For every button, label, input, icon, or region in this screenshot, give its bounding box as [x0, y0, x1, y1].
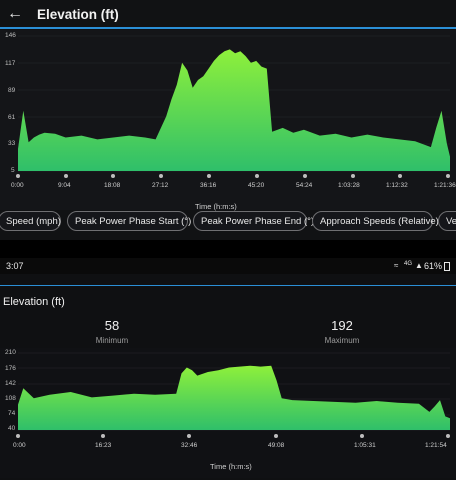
y-tick-label: 142	[5, 380, 16, 387]
x-tick-label: 49:08	[268, 442, 285, 449]
y-tick-label: 146	[5, 32, 16, 39]
x-tick-label: 27:12	[152, 182, 169, 189]
arrow-left-icon[interactable]: ←	[6, 5, 24, 23]
x-tick-label: 0:00	[13, 442, 26, 449]
chip-more[interactable]: Ve	[438, 211, 456, 231]
y-tick-label: 108	[5, 395, 16, 402]
x-tick-dot	[64, 174, 68, 178]
signal-icon: ▲	[415, 261, 423, 270]
elevation-chart-bottom-svg	[16, 352, 450, 438]
y-tick-label: 89	[8, 87, 16, 94]
y-tick-label: 5	[11, 167, 15, 174]
chip-peak-power-phase-start[interactable]: Peak Power Phase Start (°)	[67, 211, 191, 231]
elevation-area-bottom	[18, 365, 450, 430]
status-time: 3:07	[6, 261, 24, 271]
panel-accent-line	[0, 285, 456, 286]
x-tick-label: 1:21:36	[434, 182, 456, 189]
y-tick-label: 210	[5, 349, 16, 356]
x-tick-dot	[446, 174, 450, 178]
x-tick-dot	[207, 174, 211, 178]
x-tick-dot	[398, 174, 402, 178]
elevation-area-top	[18, 49, 450, 171]
x-tick-label: 1:12:32	[386, 182, 408, 189]
y-tick-label: 40	[8, 425, 16, 432]
x-tick-dot	[101, 434, 105, 438]
minimum-label: Minimum	[95, 336, 129, 345]
panel-title: Elevation (ft)	[3, 296, 65, 308]
x-tick-dot	[159, 174, 163, 178]
x-axis-title: Time (h:m:s)	[195, 202, 237, 211]
x-tick-label: 16:23	[95, 442, 112, 449]
x-tick-dot	[360, 434, 364, 438]
elevation-chart-bottom[interactable]: 210 176 142 108 74 40 0:00 16:23 32:46 4…	[0, 348, 456, 478]
y-tick-label: 61	[8, 114, 16, 121]
battery-percent: 61%	[424, 261, 443, 271]
x-tick-dot	[303, 174, 307, 178]
metric-chip-bar[interactable]: Speed (mph) Peak Power Phase Start (°) P…	[0, 211, 456, 233]
x-tick-label: 1:03:28	[338, 182, 360, 189]
elevation-chart-top[interactable]: 146 117 89 61 33 5 0:00 9:04 18:08 27:12…	[0, 30, 456, 211]
y-tick-label: 74	[8, 410, 16, 417]
x-tick-label: 18:08	[104, 182, 121, 189]
y-tick-label: 33	[8, 140, 16, 147]
x-tick-dot	[16, 174, 20, 178]
x-tick-label: 36:16	[200, 182, 217, 189]
network-type: 4G	[404, 261, 413, 267]
x-tick-dot	[111, 174, 115, 178]
chip-peak-power-phase-end[interactable]: Peak Power Phase End (°)	[193, 211, 314, 231]
chip-approach-speeds[interactable]: Approach Speeds (Relative)	[312, 211, 439, 231]
x-tick-label: 45:20	[248, 182, 265, 189]
x-tick-label: 1:21:54	[425, 442, 447, 449]
x-tick-dot	[187, 434, 191, 438]
y-tick-label: 176	[5, 365, 16, 372]
y-tick-label: 117	[5, 60, 16, 67]
x-tick-label: 32:46	[181, 442, 198, 449]
maximum-value: 192	[331, 318, 353, 333]
battery-icon	[444, 262, 450, 271]
status-bar: 3:07 ≈ 4G ▲ 61%	[0, 258, 456, 274]
x-tick-label: 9:04	[58, 182, 71, 189]
x-axis-title: Time (h:m:s)	[210, 462, 252, 471]
minimum-value: 58	[104, 318, 120, 333]
x-tick-dot	[351, 174, 355, 178]
x-tick-label: 1:05:31	[354, 442, 376, 449]
screenshot-divider	[0, 240, 456, 258]
page-title: Elevation (ft)	[37, 7, 119, 22]
x-tick-dot	[274, 434, 278, 438]
app-header: ← Elevation (ft)	[0, 0, 456, 28]
header-accent-line	[0, 27, 456, 29]
x-tick-dot	[446, 434, 450, 438]
x-tick-label: 0:00	[11, 182, 24, 189]
chip-speed[interactable]: Speed (mph)	[0, 211, 61, 231]
maximum-label: Maximum	[324, 336, 360, 345]
x-tick-label: 54:24	[296, 182, 313, 189]
x-tick-dot	[255, 174, 259, 178]
x-tick-dot	[16, 434, 20, 438]
wifi-icon: ≈	[394, 261, 399, 270]
